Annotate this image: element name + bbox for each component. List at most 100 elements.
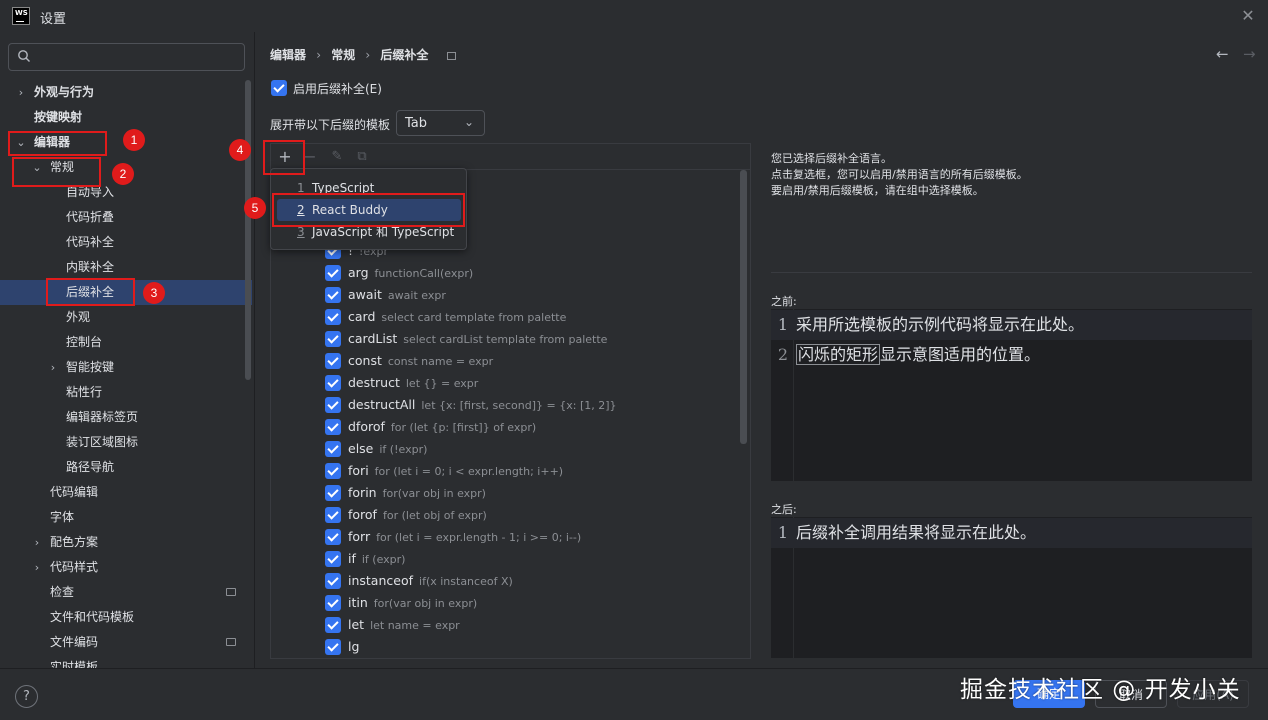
sidebar-item-sticky-lines[interactable]: 粘性行: [0, 380, 252, 405]
template-key: card: [348, 309, 376, 324]
code-line: 2 闪烁的矩形 显示意图适用的位置。: [771, 340, 1252, 370]
caret-rectangle-text: 闪烁的矩形: [796, 344, 881, 365]
template-checkbox[interactable]: [325, 353, 341, 369]
template-checkbox[interactable]: [325, 287, 341, 303]
breadcrumb: 编辑器 › 常规 › 后缀补全: [270, 46, 462, 66]
template-checkbox[interactable]: [325, 507, 341, 523]
code-line: 1 后缀补全调用结果将显示在此处。: [771, 518, 1252, 548]
template-checkbox[interactable]: [325, 595, 341, 611]
sidebar-item-label: 字体: [50, 510, 75, 524]
sidebar-item-code-editing[interactable]: 代码编辑: [0, 480, 252, 505]
template-checkbox[interactable]: [325, 529, 341, 545]
sidebar-item-label: 控制台: [66, 335, 103, 349]
help-icon[interactable]: ?: [15, 685, 38, 708]
line-number: 1: [777, 315, 789, 334]
annotation-badge: 1: [123, 129, 145, 151]
enable-postfix-checkbox[interactable]: [271, 80, 287, 96]
breadcrumb-general[interactable]: 常规: [331, 46, 355, 63]
sidebar-item-code-completion[interactable]: 代码补全: [0, 230, 252, 255]
template-desc: if (expr): [361, 553, 406, 566]
back-arrow-icon[interactable]: ←: [1216, 45, 1229, 63]
sidebar-item-label: 文件编码: [50, 635, 99, 649]
close-icon[interactable]: ✕: [1238, 6, 1258, 26]
project-scope-icon: [446, 51, 456, 60]
sidebar-item-breadcrumbs[interactable]: 路径导航: [0, 455, 252, 480]
project-scope-icon: [226, 638, 236, 646]
sidebar-item-file-code-templates[interactable]: 文件和代码模板: [0, 605, 252, 630]
sidebar-item-label: 装订区域图标: [66, 435, 139, 449]
template-desc: const name = expr: [387, 355, 494, 368]
search-input[interactable]: [8, 43, 245, 71]
template-desc: for (let i = expr.length - 1; i >= 0; i-…: [376, 531, 582, 544]
webstorm-logo-icon: WS: [12, 7, 30, 25]
template-desc: for(var obj in expr): [373, 597, 478, 610]
enable-postfix-label: 启用后缀补全(E): [293, 82, 382, 96]
info-line: 您已选择后缀补全语言。: [771, 152, 892, 165]
template-checkbox[interactable]: [325, 265, 341, 281]
forward-arrow-icon[interactable]: →: [1243, 45, 1256, 63]
sidebar-item-appearance[interactable]: 外观: [0, 305, 252, 330]
template-desc: for (let {p: [first]} of expr): [390, 421, 537, 434]
sidebar-item-label: 检查: [50, 585, 75, 599]
template-key: destructAll: [348, 397, 416, 412]
template-list-scrollbar[interactable]: [740, 170, 747, 444]
template-checkbox[interactable]: [325, 441, 341, 457]
line-number: 2: [777, 345, 789, 364]
chevron-right-icon: ›: [34, 536, 40, 549]
template-desc: select card template from palette: [381, 311, 567, 324]
template-checkbox[interactable]: [325, 331, 341, 347]
sidebar-item-label: 外观与行为: [34, 85, 95, 99]
template-checkbox[interactable]: [325, 617, 341, 633]
before-code-preview: 1 采用所选模板的示例代码将显示在此处。 2 闪烁的矩形 显示意图适用的位置。: [771, 309, 1252, 481]
sidebar-item-label: 按键映射: [34, 110, 83, 124]
template-checkbox[interactable]: [325, 551, 341, 567]
template-key: const: [348, 353, 382, 368]
expand-key-value: Tab: [405, 116, 428, 131]
sidebar-scrollbar[interactable]: [245, 80, 251, 380]
expand-key-select[interactable]: Tab ⌄: [396, 110, 485, 136]
template-checkbox[interactable]: [325, 639, 341, 655]
chevron-down-icon: ⌄: [463, 115, 474, 129]
sidebar-item-gutter-icons[interactable]: 装订区域图标: [0, 430, 252, 455]
template-checkbox[interactable]: [325, 485, 341, 501]
template-checkbox[interactable]: [325, 573, 341, 589]
sidebar-item-inline-completion[interactable]: 内联补全: [0, 255, 252, 280]
sidebar-item-inspections[interactable]: 检查: [0, 580, 252, 605]
sidebar-item-smart-keys[interactable]: › 智能按键: [0, 355, 252, 380]
sidebar-item-color-scheme[interactable]: › 配色方案: [0, 530, 252, 555]
breadcrumb-editor[interactable]: 编辑器: [270, 46, 306, 63]
template-key: arg: [348, 265, 369, 280]
annotation-box-general: [12, 157, 101, 187]
template-desc: for(var obj in expr): [382, 487, 486, 500]
copy-icon[interactable]: ⧉: [353, 148, 371, 166]
sidebar-item-code-style[interactable]: › 代码样式: [0, 555, 252, 580]
sidebar-item-code-folding[interactable]: 代码折叠: [0, 205, 252, 230]
sidebar-item-keymap[interactable]: 按键映射: [0, 105, 252, 130]
sidebar-item-console[interactable]: 控制台: [0, 330, 252, 355]
sidebar-item-label: 内联补全: [66, 260, 115, 274]
sidebar-item-editor-tabs[interactable]: 编辑器标签页: [0, 405, 252, 430]
template-desc: for (let i = 0; i < expr.length; i++): [374, 465, 564, 478]
sidebar-item-label: 代码样式: [50, 560, 99, 574]
template-checkbox[interactable]: [325, 419, 341, 435]
template-key: fori: [348, 463, 369, 478]
sidebar-item-label: 代码补全: [66, 235, 115, 249]
breadcrumb-separator: ›: [365, 48, 371, 62]
template-key: forr: [348, 529, 371, 544]
template-checkbox[interactable]: [325, 309, 341, 325]
info-line: 要启用/禁用后缀模板，请在组中选择模板。: [771, 184, 984, 197]
sidebar-item-file-encodings[interactable]: 文件编码: [0, 630, 252, 655]
after-label: 之后:: [771, 503, 797, 516]
template-checkbox[interactable]: [325, 375, 341, 391]
sidebar-item-font[interactable]: 字体: [0, 505, 252, 530]
code-text: 显示意图适用的位置。: [880, 345, 1041, 364]
chevron-right-icon: ›: [34, 561, 40, 574]
template-desc: if (!expr): [379, 443, 428, 456]
sidebar-item-appearance-behavior[interactable]: › 外观与行为: [0, 80, 252, 105]
template-checkbox[interactable]: [325, 397, 341, 413]
sidebar-item-label: 外观: [66, 310, 91, 324]
search-icon: [18, 50, 30, 62]
edit-icon[interactable]: ✎: [328, 148, 346, 166]
template-checkbox[interactable]: [325, 463, 341, 479]
info-line: 点击复选框，您可以启用/禁用语言的所有后缀模板。: [771, 168, 1028, 181]
